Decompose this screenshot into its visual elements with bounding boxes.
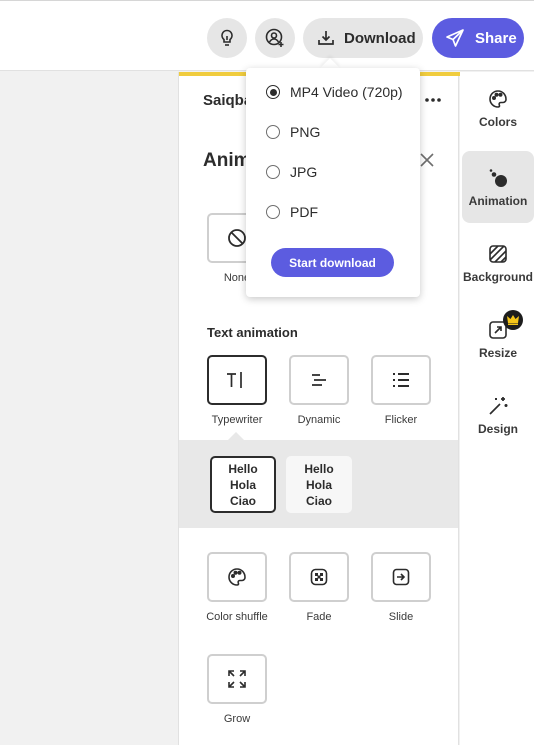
variant-line: Hello [304, 461, 334, 476]
rail-item-background[interactable]: Background [462, 227, 534, 299]
variant-option-2[interactable]: Hello Hola Ciao [286, 456, 352, 513]
text-animation-title: Text animation [207, 325, 298, 340]
slide-tile[interactable] [371, 552, 431, 602]
typewriter-icon [227, 372, 242, 388]
palette-icon [228, 568, 246, 586]
download-menu: MP4 Video (720p) PNG JPG PDF Start downl… [246, 68, 420, 297]
download-button[interactable]: Download [303, 18, 423, 58]
variant-line: Ciao [305, 493, 332, 508]
format-label: PNG [290, 124, 321, 140]
radio[interactable] [266, 125, 280, 139]
panel-title: Anim [203, 150, 251, 171]
fade-tile[interactable] [289, 552, 349, 602]
grow-icon [228, 670, 246, 688]
start-download-button[interactable]: Start download [271, 248, 394, 277]
format-option-png[interactable]: PNG [266, 124, 320, 140]
format-option-mp4[interactable]: MP4 Video (720p) [266, 84, 403, 100]
rail-item-animation[interactable]: Animation [462, 151, 534, 223]
dynamic-label: Dynamic [297, 414, 341, 426]
lightbulb-icon [221, 29, 233, 46]
flicker-icon [393, 373, 409, 387]
flicker-label: Flicker [384, 414, 418, 426]
rail-item-resize[interactable]: Resize [462, 303, 534, 375]
radio-selected[interactable] [266, 85, 280, 99]
add-user-icon [265, 28, 284, 47]
crown-icon [507, 315, 519, 325]
fade-icon [310, 568, 328, 586]
rail-item-label: Design [477, 421, 518, 436]
variant-line: Hello [228, 461, 258, 476]
grow-label: Grow [223, 713, 251, 725]
typewriter-tile[interactable] [207, 355, 267, 405]
grow-tile[interactable] [207, 654, 267, 704]
variant-line: Hola [305, 477, 332, 492]
color-shuffle-label: Color shuffle [206, 611, 268, 623]
format-option-jpg[interactable]: JPG [266, 164, 317, 180]
variant-line: Ciao [229, 493, 256, 508]
rail-item-colors[interactable]: Colors [462, 72, 534, 144]
send-icon [446, 29, 464, 47]
top-bar: Download Share [0, 0, 534, 71]
share-label: Share [475, 29, 517, 47]
rail-item-label: Resize [478, 345, 518, 360]
invite-button[interactable] [255, 18, 295, 58]
download-icon [318, 31, 334, 45]
slide-icon [392, 568, 410, 586]
variant-line: Hola [229, 477, 256, 492]
fade-label: Fade [306, 611, 332, 623]
palette-icon [489, 89, 507, 108]
typewriter-variants: Hello Hola Ciao Hello Hola Ciao [179, 440, 458, 528]
background-icon [489, 244, 507, 263]
premium-badge [503, 310, 523, 330]
flicker-tile[interactable] [371, 355, 431, 405]
format-label: PDF [290, 204, 318, 220]
color-shuffle-tile[interactable] [207, 552, 267, 602]
rail-item-label: Animation [468, 193, 528, 208]
download-label: Download [344, 29, 416, 47]
canvas-area[interactable] [0, 72, 178, 745]
dynamic-icon [312, 374, 326, 386]
rail-item-design[interactable]: Design [462, 379, 534, 451]
rail-item-label: Colors [478, 114, 517, 129]
ideas-button[interactable] [207, 18, 247, 58]
radio[interactable] [266, 205, 280, 219]
owner-name: Saiqba [203, 92, 253, 109]
selection-pointer [228, 432, 244, 440]
variant-option-1[interactable]: Hello Hola Ciao [210, 456, 276, 513]
animation-icon [489, 168, 507, 187]
slide-label: Slide [388, 611, 414, 623]
rail-item-label: Background [462, 269, 533, 284]
dynamic-tile[interactable] [289, 355, 349, 405]
more-options-icon[interactable] [423, 90, 443, 115]
magic-wand-icon [489, 396, 508, 415]
format-label: JPG [290, 164, 318, 180]
format-label: MP4 Video (720p) [290, 84, 403, 100]
format-option-pdf[interactable]: PDF [266, 204, 318, 220]
share-button[interactable]: Share [432, 18, 524, 58]
typewriter-label: Typewriter [211, 414, 263, 426]
close-icon[interactable] [419, 152, 435, 173]
right-rail: Colors Animation Background Resize Desig… [460, 72, 534, 745]
none-icon [228, 229, 246, 247]
radio[interactable] [266, 165, 280, 179]
